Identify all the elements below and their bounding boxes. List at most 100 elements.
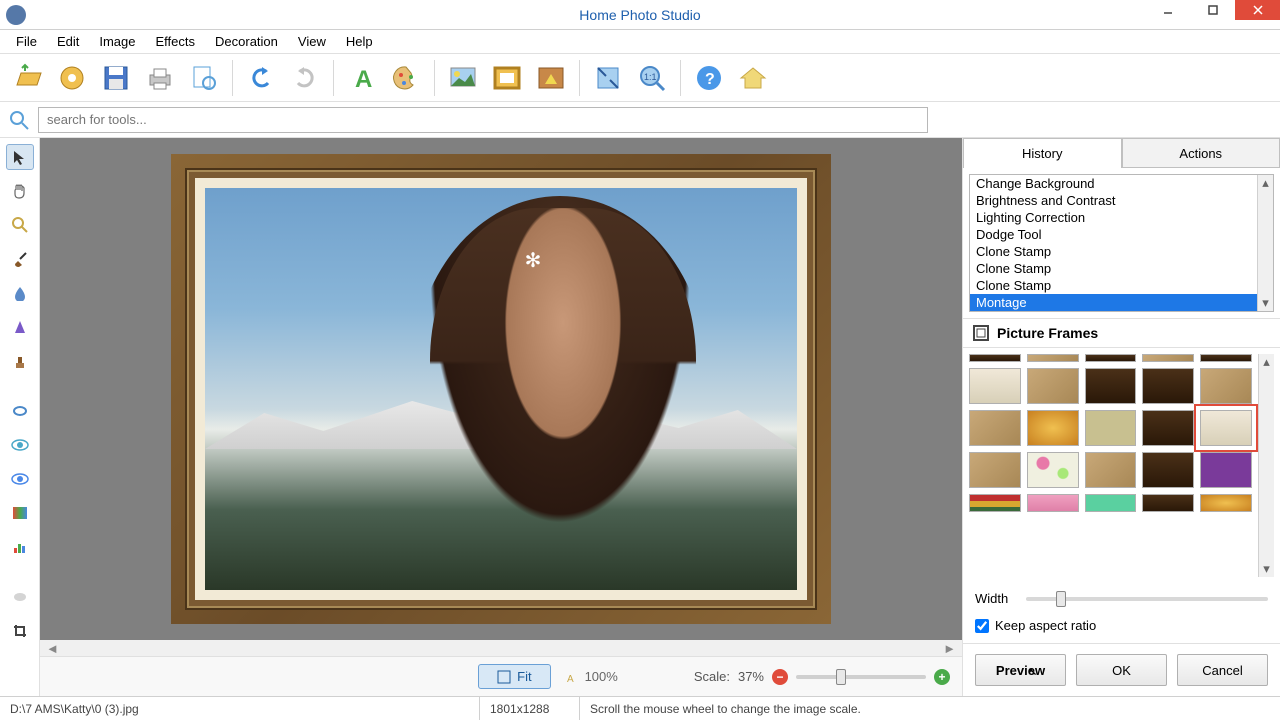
frame-thumb[interactable] — [1085, 452, 1137, 488]
svg-text:?: ? — [705, 71, 715, 88]
statusbar: D:\7 AMS\Katty\0 (3).jpg 1801x1288 Scrol… — [0, 696, 1280, 720]
collage-icon[interactable] — [52, 58, 92, 98]
cancel-button[interactable]: Cancel — [1177, 654, 1268, 686]
history-item[interactable]: Change Background — [970, 175, 1273, 192]
ok-button[interactable]: OK — [1076, 654, 1167, 686]
menu-image[interactable]: Image — [89, 32, 145, 51]
brush-tool[interactable] — [6, 246, 34, 272]
image-icon[interactable] — [443, 58, 483, 98]
undo-icon[interactable] — [241, 58, 281, 98]
frame-thumb[interactable] — [969, 494, 1021, 512]
chart-tool[interactable] — [6, 534, 34, 560]
frame-icon[interactable] — [487, 58, 527, 98]
eye-tool[interactable] — [6, 432, 34, 458]
frame-thumb[interactable] — [1142, 368, 1194, 404]
zoom-100-label: 100% — [585, 669, 618, 684]
frame-thumb[interactable] — [1142, 354, 1194, 362]
maximize-button[interactable] — [1190, 0, 1235, 20]
history-item[interactable]: Clone Stamp — [970, 277, 1273, 294]
home-icon[interactable] — [733, 58, 773, 98]
frame-thumb[interactable] — [1085, 354, 1137, 362]
scale-label: Scale: — [694, 669, 730, 684]
close-button[interactable] — [1235, 0, 1280, 20]
frame-thumb[interactable] — [969, 354, 1021, 362]
smudge-tool[interactable] — [6, 584, 34, 610]
preview-label: Preview — [996, 663, 1045, 678]
menu-decoration[interactable]: Decoration — [205, 32, 288, 51]
frame-thumb-selected[interactable] — [1200, 410, 1252, 446]
text-icon[interactable]: A — [342, 58, 382, 98]
history-item[interactable]: Clone Stamp — [970, 243, 1273, 260]
width-slider[interactable] — [1026, 597, 1268, 601]
menu-effects[interactable]: Effects — [146, 32, 206, 51]
frame-thumb[interactable] — [1027, 368, 1079, 404]
save-icon[interactable] — [96, 58, 136, 98]
palette-icon[interactable] — [386, 58, 426, 98]
frame-thumb[interactable] — [969, 452, 1021, 488]
history-item-selected[interactable]: Montage — [970, 294, 1273, 311]
history-item[interactable]: Brightness and Contrast — [970, 192, 1273, 209]
minimize-button[interactable] — [1145, 0, 1190, 20]
frame-thumb[interactable] — [1142, 452, 1194, 488]
menu-help[interactable]: Help — [336, 32, 383, 51]
frame-thumb[interactable] — [1200, 494, 1252, 512]
frame-thumb[interactable] — [1027, 410, 1079, 446]
tab-actions[interactable]: Actions — [1122, 138, 1280, 168]
print-preview-icon[interactable] — [184, 58, 224, 98]
frame-thumb[interactable] — [1085, 368, 1137, 404]
fit-button[interactable]: Fit — [478, 664, 550, 689]
history-item[interactable]: Clone Stamp — [970, 260, 1273, 277]
clone-tool[interactable] — [6, 348, 34, 374]
search-input[interactable] — [38, 107, 928, 133]
zoom-slider[interactable] — [796, 675, 926, 679]
canvas-hscrollbar[interactable]: ◄► — [40, 640, 962, 656]
svg-text:A: A — [567, 674, 574, 684]
frame-thumb[interactable] — [969, 368, 1021, 404]
history-list[interactable]: Change Background Brightness and Contras… — [969, 174, 1274, 312]
frame-thumb[interactable] — [1142, 410, 1194, 446]
frame-thumb[interactable] — [969, 410, 1021, 446]
zoom-in-button[interactable]: + — [934, 669, 950, 685]
pointer-tool[interactable] — [6, 144, 34, 170]
redo-icon[interactable] — [285, 58, 325, 98]
frame-thumb[interactable] — [1142, 494, 1194, 512]
effects-icon[interactable] — [531, 58, 571, 98]
frame-thumb[interactable] — [1200, 368, 1252, 404]
frame-thumb[interactable] — [1027, 494, 1079, 512]
framed-photo: ✻ — [171, 154, 831, 624]
canvas-area: ✻ ◄► Fit A100% Scale: 37% − + — [40, 138, 962, 696]
history-item[interactable]: Dodge Tool — [970, 226, 1273, 243]
redeye-tool[interactable] — [6, 466, 34, 492]
canvas-viewport[interactable]: ✻ — [40, 138, 962, 640]
keep-aspect-checkbox[interactable] — [975, 619, 989, 633]
frame-thumb[interactable] — [1027, 452, 1079, 488]
print-icon[interactable] — [140, 58, 180, 98]
tab-history[interactable]: History — [963, 138, 1122, 168]
zoom-actual-icon[interactable]: 1:1 — [632, 58, 672, 98]
zoom-100-button[interactable]: A 100% — [567, 669, 618, 684]
history-item[interactable]: Lighting Correction — [970, 209, 1273, 226]
menu-file[interactable]: File — [6, 32, 47, 51]
open-icon[interactable] — [8, 58, 48, 98]
frame-thumb[interactable] — [1085, 410, 1137, 446]
help-icon[interactable]: ? — [689, 58, 729, 98]
zoom-out-button[interactable]: − — [772, 669, 788, 685]
blur-tool[interactable] — [6, 280, 34, 306]
resize-icon[interactable] — [588, 58, 628, 98]
crop-tool[interactable] — [6, 618, 34, 644]
hand-tool[interactable] — [6, 178, 34, 204]
menu-edit[interactable]: Edit — [47, 32, 89, 51]
zoom-tool[interactable] — [6, 212, 34, 238]
gradient-tool[interactable] — [6, 500, 34, 526]
frames-scrollbar[interactable]: ▴▾ — [1258, 354, 1274, 577]
zoom-bar: Fit A100% Scale: 37% − + — [40, 656, 962, 696]
frame-thumb[interactable] — [1200, 452, 1252, 488]
frame-thumb[interactable] — [1027, 354, 1079, 362]
sharpen-tool[interactable] — [6, 314, 34, 340]
frame-thumb[interactable] — [1085, 494, 1137, 512]
dodge-tool[interactable] — [6, 398, 34, 424]
preview-button[interactable]: Preview↖ — [975, 654, 1066, 686]
menu-view[interactable]: View — [288, 32, 336, 51]
history-scrollbar[interactable]: ▴▾ — [1257, 175, 1273, 311]
frame-thumb[interactable] — [1200, 354, 1252, 362]
